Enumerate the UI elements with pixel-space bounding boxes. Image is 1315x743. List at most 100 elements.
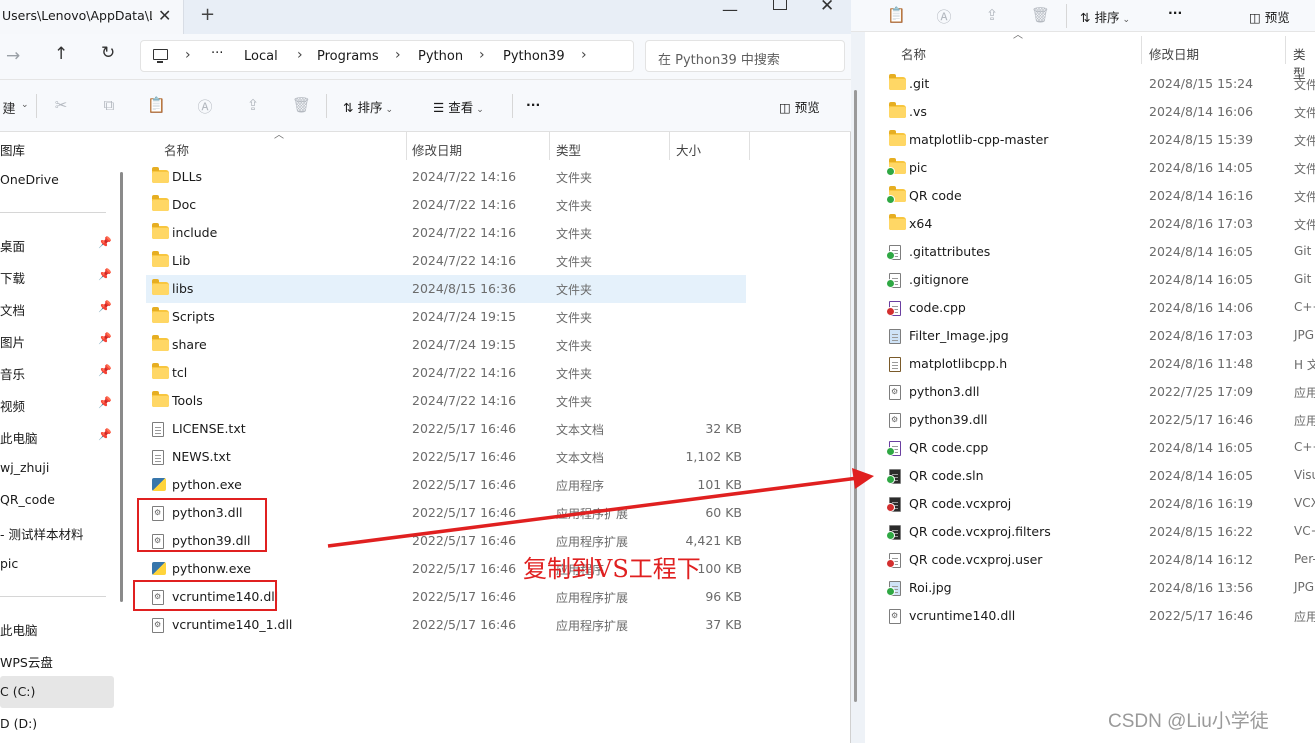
- sidebar-item[interactable]: 视频 📌: [0, 388, 114, 420]
- address-bar[interactable]: › ··· Local › Programs › Python › Python…: [140, 40, 634, 72]
- file-row[interactable]: python.exe 2022/5/17 16:46 应用程序 101 KB: [146, 471, 746, 499]
- sidebar-item[interactable]: 文档 📌: [0, 292, 114, 324]
- preview-button[interactable]: ◫ 预览: [1249, 7, 1290, 26]
- column-divider[interactable]: [669, 132, 670, 160]
- column-header-name[interactable]: 名称: [901, 44, 926, 63]
- file-row[interactable]: x64 2024/8/16 17:03 文件: [885, 210, 1315, 238]
- file-row[interactable]: Doc 2024/7/22 14:16 文件夹: [146, 191, 746, 219]
- column-header-size[interactable]: 大小: [676, 140, 701, 159]
- view-button[interactable]: ☰ 查看 ⌄: [433, 97, 484, 116]
- chevron-right-icon[interactable]: ›: [479, 47, 485, 63]
- pin-icon[interactable]: 📌: [98, 332, 112, 345]
- preview-button[interactable]: ◫ 预览: [779, 97, 820, 116]
- scrollbar[interactable]: [854, 90, 857, 702]
- refresh-icon[interactable]: ↻: [101, 43, 115, 63]
- delete-icon[interactable]: 🗑: [1031, 6, 1050, 24]
- more-options-button[interactable]: ···: [1168, 5, 1182, 20]
- file-row[interactable]: matplotlib-cpp-master 2024/8/15 15:39 文件: [885, 126, 1315, 154]
- file-row[interactable]: .gitattributes 2024/8/14 16:05 Git A: [885, 238, 1315, 266]
- column-divider[interactable]: [549, 132, 550, 160]
- share-icon[interactable]: ⇪: [983, 6, 1001, 24]
- file-row[interactable]: .gitignore 2024/8/14 16:05 Git I: [885, 266, 1315, 294]
- column-divider[interactable]: [1141, 36, 1142, 64]
- search-input[interactable]: 在 Python39 中搜索: [645, 40, 845, 72]
- file-row[interactable]: QR code.sln 2024/8/14 16:05 Visu: [885, 462, 1315, 490]
- sidebar-item[interactable]: 下载 📌: [0, 260, 114, 292]
- breadcrumb-python[interactable]: Python: [418, 49, 463, 64]
- pin-icon[interactable]: 📌: [98, 428, 112, 441]
- sort-button[interactable]: ⇅ 排序 ⌄: [343, 97, 393, 116]
- cut-icon[interactable]: ✂: [52, 96, 70, 114]
- file-row[interactable]: tcl 2024/7/22 14:16 文件夹: [146, 359, 746, 387]
- delete-icon[interactable]: 🗑: [292, 96, 311, 114]
- column-header-date[interactable]: 修改日期: [1149, 44, 1199, 63]
- file-row[interactable]: QR code.vcxproj.filters 2024/8/15 16:22 VC…: [885, 518, 1315, 546]
- sidebar-item[interactable]: 图片 📌: [0, 324, 114, 356]
- file-row[interactable]: share 2024/7/24 19:15 文件夹: [146, 331, 746, 359]
- file-row[interactable]: libs 2024/8/15 16:36 文件夹: [146, 275, 746, 303]
- file-row[interactable]: include 2024/7/22 14:16 文件夹: [146, 219, 746, 247]
- pin-icon[interactable]: 📌: [98, 300, 112, 313]
- column-divider[interactable]: [1285, 36, 1286, 64]
- file-row[interactable]: Roi.jpg 2024/8/16 13:56 JPG: [885, 574, 1315, 602]
- file-row[interactable]: Tools 2024/7/22 14:16 文件夹: [146, 387, 746, 415]
- rename-icon[interactable]: Ⓐ: [935, 6, 953, 26]
- pin-icon[interactable]: 📌: [98, 364, 112, 377]
- close-window-icon[interactable]: ✕: [820, 0, 834, 16]
- sidebar-scrollbar[interactable]: [120, 172, 123, 602]
- sort-button[interactable]: ⇅ 排序 ⌄: [1080, 7, 1130, 26]
- sidebar-item[interactable]: QR_code: [0, 484, 114, 516]
- column-divider[interactable]: [406, 132, 407, 160]
- breadcrumb-local[interactable]: Local: [244, 49, 278, 64]
- chevron-right-icon[interactable]: ›: [297, 47, 303, 63]
- file-row[interactable]: Lib 2024/7/22 14:16 文件夹: [146, 247, 746, 275]
- sidebar-item[interactable]: 音乐 📌: [0, 356, 114, 388]
- file-row[interactable]: vcruntime140.dll 2022/5/17 16:46 应用: [885, 602, 1315, 630]
- chevron-down-icon[interactable]: ⌄: [21, 100, 29, 110]
- file-row[interactable]: vcruntime140_1.dll 2022/5/17 16:46 应用程序扩展 3…: [146, 611, 746, 639]
- file-row[interactable]: LICENSE.txt 2022/5/17 16:46 文本文档 32 KB: [146, 415, 746, 443]
- sidebar-item[interactable]: pic: [0, 548, 114, 580]
- file-row[interactable]: QR code 2024/8/14 16:16 文件: [885, 182, 1315, 210]
- new-tab-icon[interactable]: +: [200, 4, 215, 25]
- chevron-right-icon[interactable]: ›: [395, 47, 401, 63]
- pin-icon[interactable]: 📌: [98, 268, 112, 281]
- sidebar-item[interactable]: OneDrive: [0, 164, 114, 196]
- file-row[interactable]: QR code.vcxproj.user 2024/8/14 16:12 Per-: [885, 546, 1315, 574]
- close-tab-icon[interactable]: ✕: [158, 6, 171, 25]
- chevron-right-icon[interactable]: ›: [185, 47, 191, 63]
- file-row[interactable]: .vs 2024/8/14 16:06 文件: [885, 98, 1315, 126]
- file-row[interactable]: NEWS.txt 2022/5/17 16:46 文本文档 1,102 KB: [146, 443, 746, 471]
- column-divider[interactable]: [749, 132, 750, 160]
- file-row[interactable]: Filter_Image.jpg 2024/8/16 17:03 JPG: [885, 322, 1315, 350]
- sidebar-item[interactable]: 图库: [0, 132, 114, 164]
- paste-icon[interactable]: 📋: [887, 6, 906, 24]
- rename-icon[interactable]: Ⓐ: [196, 96, 214, 116]
- file-row[interactable]: Scripts 2024/7/24 19:15 文件夹: [146, 303, 746, 331]
- sidebar-item[interactable]: 桌面 📌: [0, 228, 114, 260]
- file-row[interactable]: DLLs 2024/7/22 14:16 文件夹: [146, 163, 746, 191]
- forward-arrow-icon[interactable]: →: [6, 46, 20, 66]
- breadcrumb-python39[interactable]: Python39: [503, 49, 565, 64]
- breadcrumb-programs[interactable]: Programs: [317, 49, 379, 64]
- sidebar-item[interactable]: wj_zhuji: [0, 452, 114, 484]
- copy-icon[interactable]: ⧉: [100, 96, 118, 114]
- new-label-partial[interactable]: 建: [0, 98, 18, 117]
- sidebar-item[interactable]: 此电脑 📌: [0, 420, 114, 452]
- file-row[interactable]: .git 2024/8/15 15:24 文件: [885, 70, 1315, 98]
- minimize-icon[interactable]: —: [722, 0, 738, 19]
- file-row[interactable]: python39.dll 2022/5/17 16:46 应用: [885, 406, 1315, 434]
- file-row[interactable]: python3.dll 2022/7/25 17:09 应用: [885, 378, 1315, 406]
- pin-icon[interactable]: 📌: [98, 236, 112, 249]
- file-row[interactable]: QR code.vcxproj 2024/8/16 16:19 VCX: [885, 490, 1315, 518]
- maximize-icon[interactable]: [773, 0, 787, 10]
- more-options-button[interactable]: ···: [526, 97, 540, 112]
- tab-python39[interactable]: Users\Lenovo\AppData\Loc ✕: [0, 0, 184, 34]
- up-arrow-icon[interactable]: ↑: [54, 44, 68, 64]
- more-crumbs-icon[interactable]: ···: [211, 46, 223, 61]
- column-header-date[interactable]: 修改日期: [412, 140, 462, 159]
- sidebar-item[interactable]: 此电脑: [0, 612, 114, 644]
- file-row[interactable]: matplotlibcpp.h 2024/8/16 11:48 H 文: [885, 350, 1315, 378]
- pin-icon[interactable]: 📌: [98, 396, 112, 409]
- file-row[interactable]: QR code.cpp 2024/8/14 16:05 C++: [885, 434, 1315, 462]
